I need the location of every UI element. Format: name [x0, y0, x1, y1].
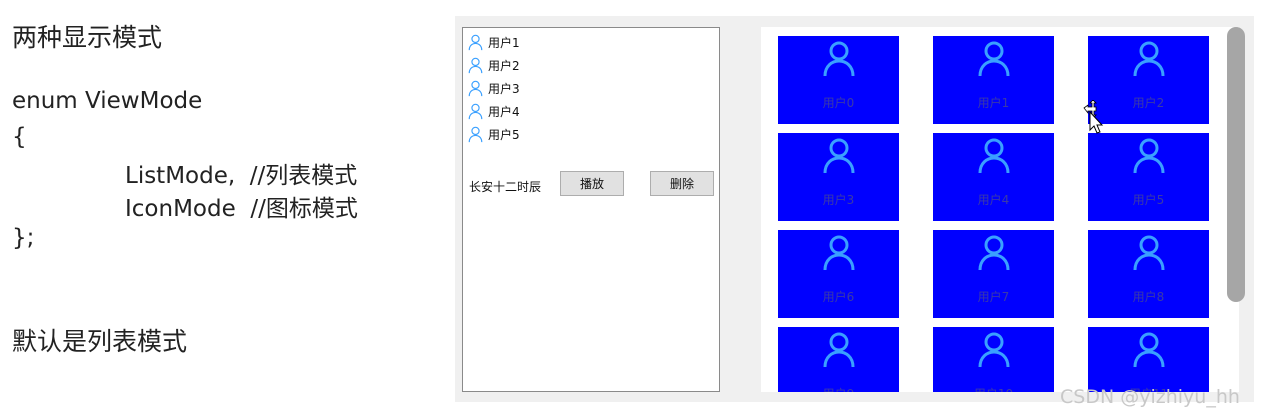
icon-tile-label: 用户7 [977, 290, 1010, 304]
user-icon [978, 235, 1010, 271]
icon-tile[interactable]: 用户3 [778, 133, 899, 221]
list-item[interactable]: 用户2 [467, 54, 520, 76]
icon-tile-label: 用户5 [1132, 193, 1165, 207]
user-icon [1133, 235, 1165, 271]
user-icon [978, 138, 1010, 174]
icon-tile[interactable]: 用户9 [778, 327, 899, 392]
notes-panel: 两种显示模式 enum ViewMode { ListMode, //列表模式 … [12, 0, 442, 419]
icon-tile[interactable]: 用户7 [933, 230, 1054, 318]
list-view[interactable]: 用户1 用户2 用户3 用户4 用户5 长安十二时辰 播放 删除 [462, 27, 720, 392]
icon-view[interactable]: 用户0 用户1 用户2 用户3 用户4 用户5 用户6 用户7 用户8 用户9 用户10 用户11 [761, 27, 1239, 392]
icon-tile[interactable]: 用户0 [778, 36, 899, 124]
icon-tile-label: 用户4 [977, 193, 1010, 207]
list-item-label: 用户1 [488, 35, 520, 50]
icon-tile-label: 用户3 [822, 193, 855, 207]
notes-title: 两种显示模式 [12, 23, 163, 52]
icon-tile-label: 用户10 [933, 385, 1054, 392]
user-icon [468, 34, 483, 50]
notes-list-mode: ListMode, //列表模式 [125, 163, 358, 189]
icon-tile[interactable]: 用户1 [933, 36, 1054, 124]
user-icon [823, 41, 855, 77]
icon-tile-label: 用户8 [1132, 290, 1165, 304]
list-item[interactable]: 用户5 [467, 123, 520, 145]
icon-tile-label: 用户1 [977, 96, 1010, 110]
delete-button[interactable]: 删除 [650, 171, 714, 196]
user-icon [978, 41, 1010, 77]
icon-tile[interactable]: 用户10 [933, 327, 1054, 392]
user-icon [1133, 138, 1165, 174]
user-icon [468, 57, 483, 73]
icon-tile[interactable]: 用户5 [1088, 133, 1209, 221]
icon-tile[interactable]: 用户8 [1088, 230, 1209, 318]
scrollbar-thumb[interactable] [1227, 27, 1245, 302]
song-label: 长安十二时辰 [469, 180, 541, 194]
notes-open-brace: { [12, 124, 27, 150]
icon-tile[interactable]: 用户4 [933, 133, 1054, 221]
list-item[interactable]: 用户4 [467, 100, 520, 122]
list-item[interactable]: 用户3 [467, 77, 520, 99]
user-icon [468, 103, 483, 119]
play-button[interactable]: 播放 [560, 171, 624, 196]
list-item[interactable]: 用户1 [467, 31, 520, 53]
icon-tile-label: 用户0 [822, 96, 855, 110]
app-window: 用户1 用户2 用户3 用户4 用户5 长安十二时辰 播放 删除 用户0 用户1 用户2 用户… [455, 16, 1254, 402]
notes-close-brace: }; [12, 225, 35, 251]
notes-icon-mode: IconMode //图标模式 [125, 196, 358, 222]
icon-tile[interactable]: 用户2 [1088, 36, 1209, 124]
icon-tile-label: 用户9 [778, 385, 899, 392]
user-icon [468, 80, 483, 96]
user-icon [978, 332, 1010, 368]
move-cursor-icon [1083, 100, 1104, 134]
list-item-label: 用户2 [488, 58, 520, 73]
user-icon [468, 126, 483, 142]
list-item-label: 用户3 [488, 81, 520, 96]
icon-tile-label: 用户2 [1132, 96, 1165, 110]
icon-tile-label: 用户6 [822, 290, 855, 304]
user-icon [1133, 332, 1165, 368]
user-icon [823, 138, 855, 174]
icon-tile[interactable]: 用户6 [778, 230, 899, 318]
notes-enum-line: enum ViewMode [12, 88, 203, 114]
user-icon [823, 332, 855, 368]
icon-tile[interactable]: 用户11 [1088, 327, 1209, 392]
user-icon [1133, 41, 1165, 77]
watermark: CSDN @yizhiyu_hh [1060, 386, 1240, 408]
notes-default-line: 默认是列表模式 [12, 327, 188, 356]
list-item-label: 用户5 [488, 127, 520, 142]
user-icon [823, 235, 855, 271]
list-item-label: 用户4 [488, 104, 520, 119]
